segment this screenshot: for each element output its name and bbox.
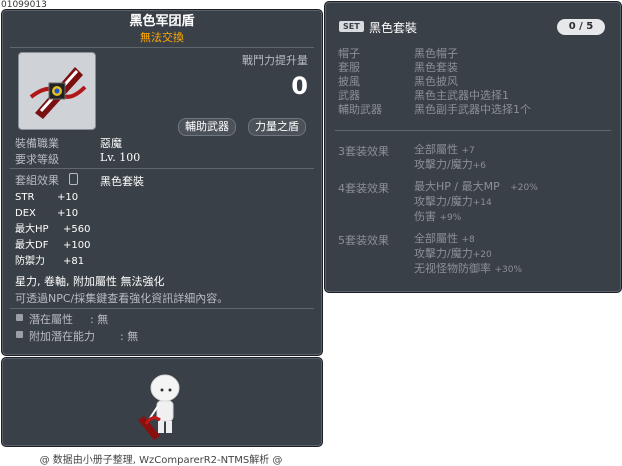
set-part-label: 帽子 bbox=[338, 47, 360, 60]
add-potential-bullet-icon bbox=[16, 331, 23, 338]
set-parts-labels: 帽子 套服 披風 武器 輔助武器 bbox=[338, 47, 382, 117]
add-potential-value: : 無 bbox=[120, 330, 139, 343]
tag-force-shield: 力量之盾 bbox=[248, 118, 306, 136]
set-part-value: 黑色副手武器中选择1个 bbox=[414, 103, 531, 116]
set-bonus-line: 伤害 +9% bbox=[414, 210, 462, 223]
job-label: 裝備職業 bbox=[15, 137, 59, 150]
potential-label: 潛在屬性 bbox=[29, 313, 73, 326]
stat-row: 最大DF +100 bbox=[15, 240, 91, 251]
set-bonus-line: 无视怪物防御率 +30% bbox=[414, 262, 523, 275]
set-part-value: 黑色套装 bbox=[414, 61, 458, 74]
set-bonus-line: 攻擊力/魔力+14 bbox=[414, 195, 492, 208]
set-bonus-line: 最大HP / 最大MP +20% bbox=[414, 180, 538, 193]
set-bonus-lines: 全部屬性 +8 攻擊力/魔力+20 无视怪物防御率 +30% bbox=[414, 232, 522, 277]
footer-credit: @ 数据由小册子整理, WzComparerR2-NTMS解析 @ bbox=[39, 455, 283, 466]
stat-row: 最大HP +560 bbox=[15, 224, 91, 235]
set-part-value: 黑色帽子 bbox=[414, 47, 458, 60]
set-count: 0 / 5 bbox=[557, 19, 605, 35]
enhance-note: 星力, 卷軸, 附加屬性 無法強化 bbox=[15, 275, 165, 288]
trade-note: 無法交換 bbox=[140, 31, 184, 44]
item-tooltip-panel: 黑色军团盾 無法交換 戰鬥力提升量 0 輔助武器 力量之盾 裝備職業 惡魔 要求… bbox=[1, 9, 323, 356]
stat-row: DEX +10 bbox=[15, 208, 79, 219]
level-value: Lv. 100 bbox=[100, 151, 141, 164]
avatar-panel bbox=[1, 357, 323, 447]
set-title: 黑色套裝 bbox=[369, 21, 418, 35]
set-parts-values: 黑色帽子 黑色套装 黑色披风 黑色主武器中选择1 黑色副手武器中选择1个 bbox=[414, 47, 531, 117]
set-part-value: 黑色披风 bbox=[414, 75, 458, 88]
item-name: 黑色军团盾 bbox=[129, 14, 195, 29]
set-info-panel: SET 黑色套裝 0 / 5 帽子 套服 披風 武器 輔助武器 黑色帽子 黑色套… bbox=[324, 1, 622, 293]
item-icon bbox=[18, 52, 96, 130]
set-bonus-line: 攻擊力/魔力+20 bbox=[414, 247, 492, 260]
stat-row: 防禦力 +81 bbox=[15, 256, 85, 267]
level-label: 要求等級 bbox=[15, 153, 59, 166]
set-part-label: 套服 bbox=[338, 61, 360, 74]
set-part-label: 輔助武器 bbox=[338, 103, 382, 116]
job-value: 惡魔 bbox=[100, 137, 122, 150]
tag-secondary-weapon: 輔助武器 bbox=[178, 118, 236, 136]
power-value: 0 bbox=[291, 72, 308, 100]
set-effect-label: 套組效果 bbox=[15, 174, 59, 187]
add-potential-label: 附加潛在能力 bbox=[29, 330, 95, 343]
shield-icon bbox=[29, 67, 87, 119]
set-bonus-lines: 全部屬性 +7 攻擊力/魔力+6 bbox=[414, 143, 486, 173]
info-note: 可透過NPC/採集鍵查看強化資訊詳細內容。 bbox=[15, 292, 229, 305]
set-bonus-line: 全部屬性 +7 bbox=[414, 143, 475, 156]
set-bonus-lines: 最大HP / 最大MP +20% 攻擊力/魔力+14 伤害 +9% bbox=[414, 180, 538, 225]
set-bonus-line: 攻擊力/魔力+6 bbox=[414, 158, 486, 171]
potential-value: : 無 bbox=[90, 313, 109, 326]
set-part-label: 披風 bbox=[338, 75, 360, 88]
set-effect-value: 黑色套裝 bbox=[100, 175, 144, 188]
set-link-icon bbox=[69, 173, 78, 185]
potential-bullet-icon bbox=[16, 314, 23, 321]
set-badge: SET bbox=[339, 21, 364, 32]
stats-list: STR +10 DEX +10 最大HP +560 最大DF +100 防禦力 +81 bbox=[15, 190, 90, 270]
set-part-value: 黑色主武器中选择1 bbox=[414, 89, 509, 102]
stat-row: STR +10 bbox=[15, 192, 79, 203]
set-bonus-label: 3套装效果 bbox=[338, 145, 389, 158]
set-bonus-label: 4套装效果 bbox=[338, 182, 389, 195]
character-avatar-icon bbox=[138, 374, 180, 440]
power-label: 戰鬥力提升量 bbox=[242, 54, 308, 67]
set-bonus-line: 全部屬性 +8 bbox=[414, 232, 475, 245]
set-part-label: 武器 bbox=[338, 89, 360, 102]
set-bonus-label: 5套装效果 bbox=[338, 234, 389, 247]
